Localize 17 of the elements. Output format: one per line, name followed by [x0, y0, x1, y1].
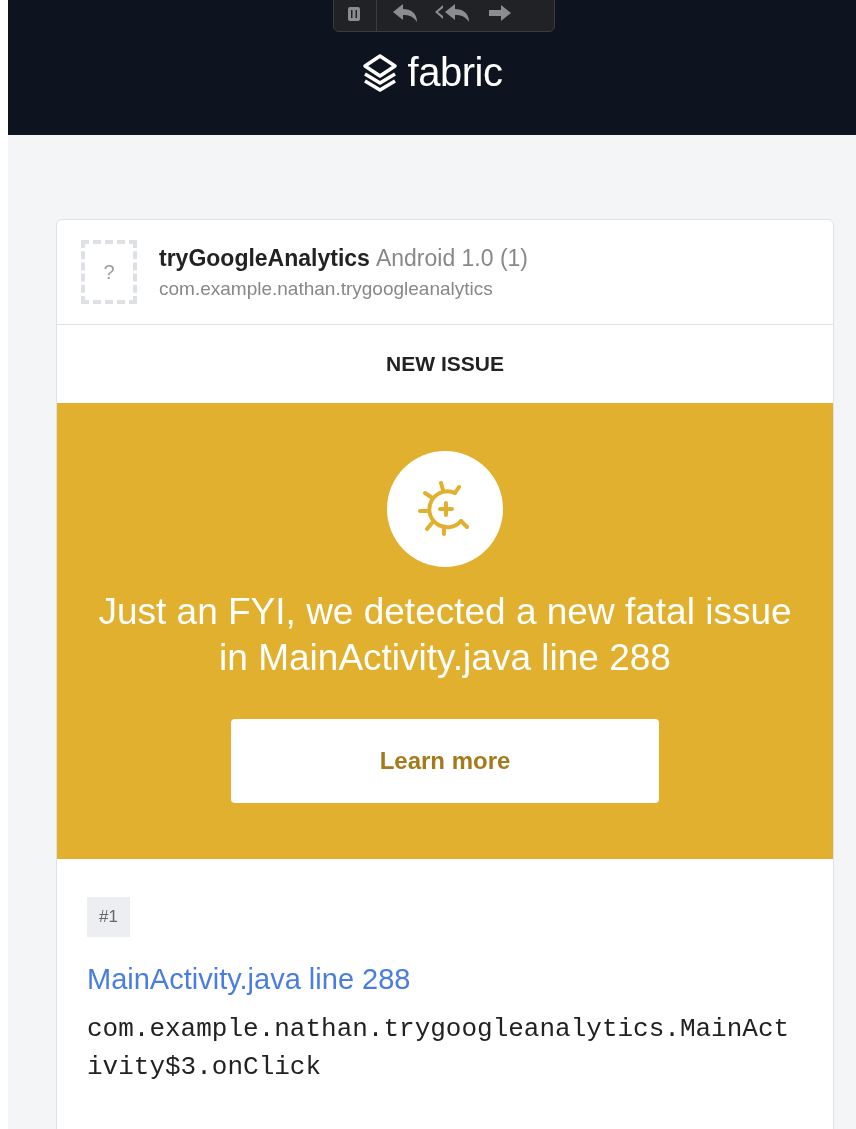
reply-icon: [391, 3, 419, 23]
layers-logo-icon: [361, 52, 398, 93]
reply-button[interactable]: [391, 2, 419, 24]
alert-message: Just an FYI, we detected a new fatal issue in MainActivity.java line 288: [97, 590, 793, 680]
trash-icon: [346, 4, 362, 22]
app-platform: Android 1.0 (1): [375, 244, 529, 272]
issue-title-link[interactable]: MainActivity.java line 288: [87, 963, 411, 996]
brand-name: fabric: [407, 50, 503, 95]
forward-button[interactable]: [487, 2, 513, 24]
unknown-app-icon: ?: [81, 240, 137, 304]
app-name: tryGoogleAnalytics: [159, 244, 370, 272]
learn-more-button[interactable]: Learn more: [231, 719, 659, 803]
forward-icon: [487, 3, 513, 23]
section-title: NEW ISSUE: [385, 351, 505, 377]
package-name: com.example.nathan.trygoogleanalytics: [159, 277, 494, 300]
issue-number: #1: [87, 897, 130, 937]
method-name: com.example.nathan.trygoogleanalytics.MainActivity$3.onClick: [87, 1013, 791, 1084]
